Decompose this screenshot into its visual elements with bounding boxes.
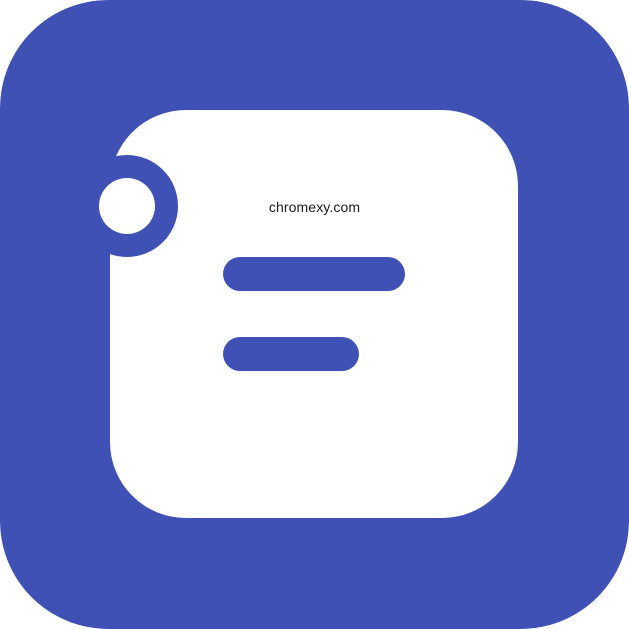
note-card-icon xyxy=(0,0,629,629)
text-line-long xyxy=(223,257,405,291)
watermark-text: chromexy.com xyxy=(268,199,361,215)
notes-app-icon: chromexy.com xyxy=(0,0,629,629)
text-line-short xyxy=(223,337,359,371)
note-card xyxy=(110,110,518,518)
